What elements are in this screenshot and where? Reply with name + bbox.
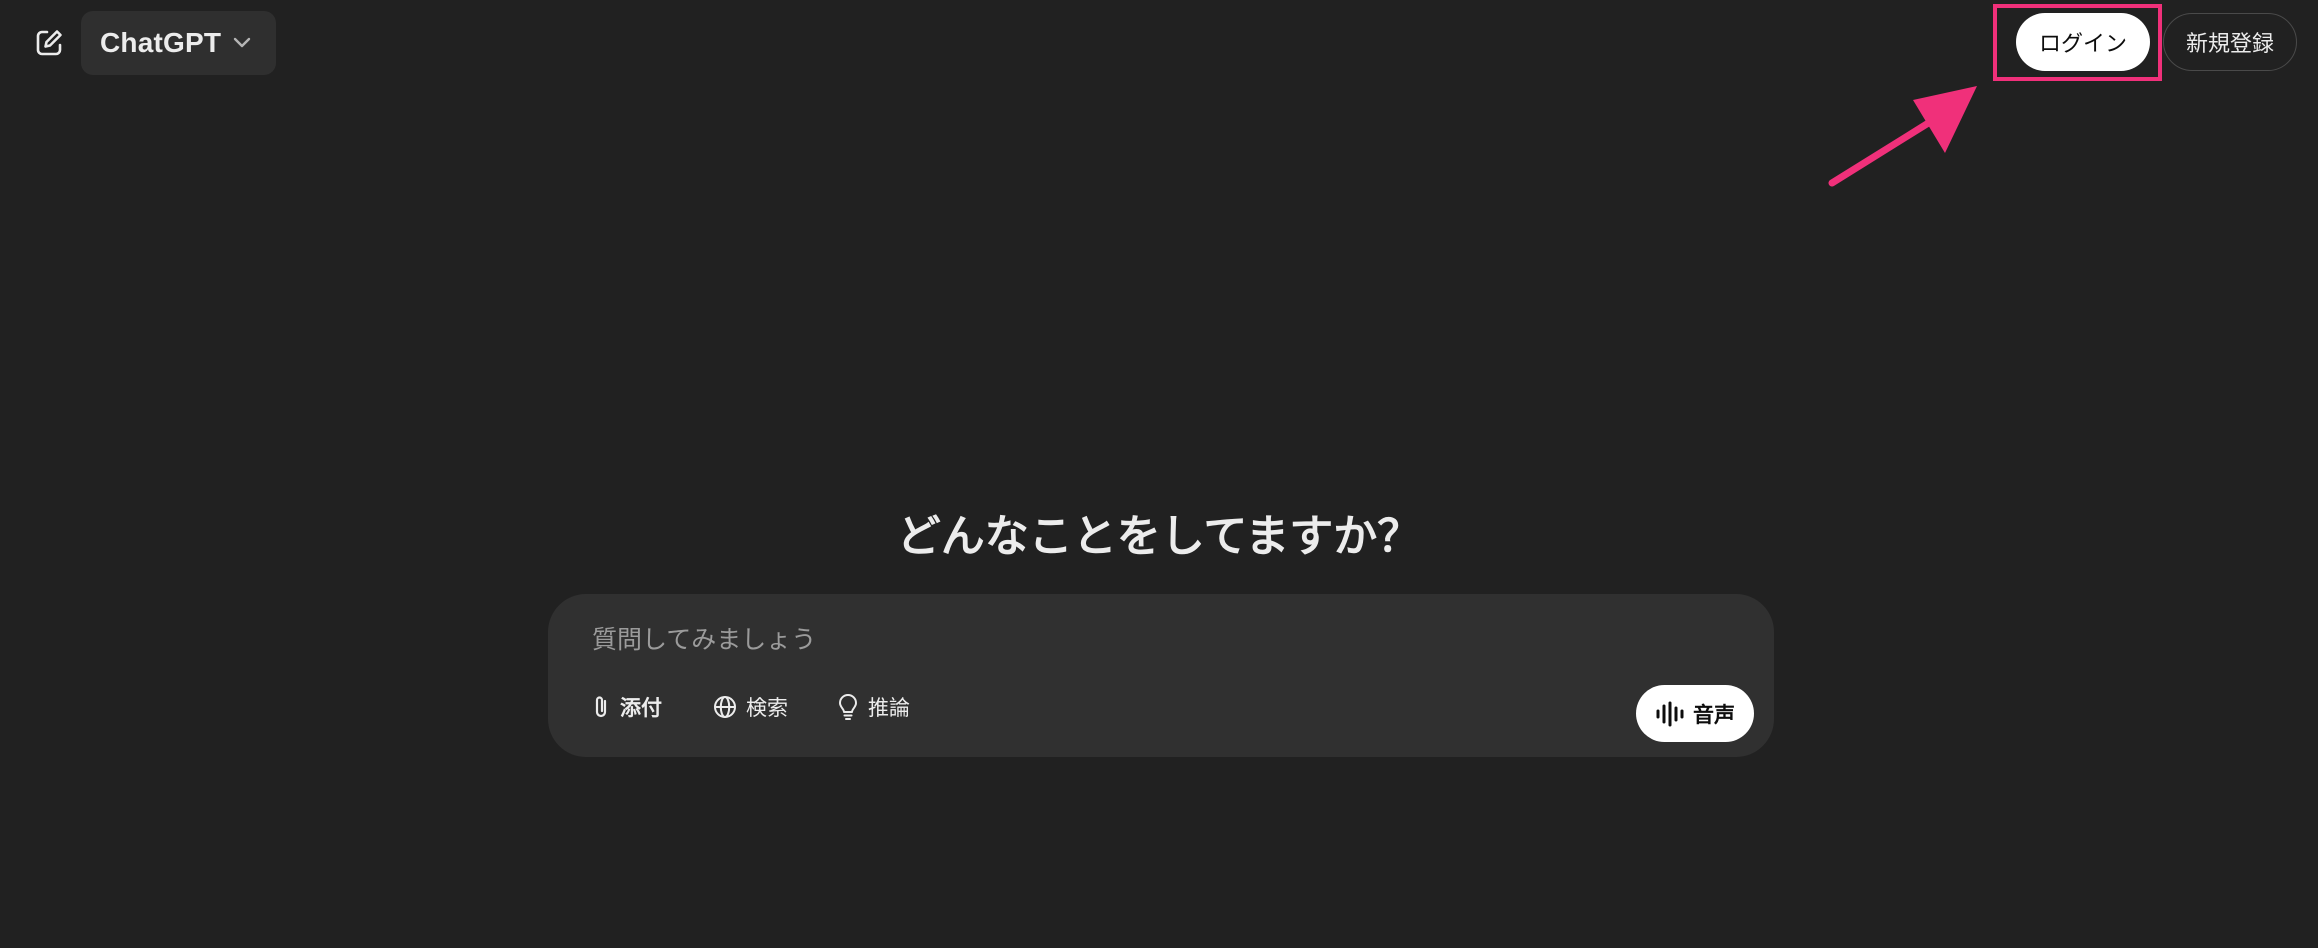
waveform-icon xyxy=(1655,701,1685,727)
paperclip-icon xyxy=(590,694,612,720)
voice-label: 音声 xyxy=(1693,702,1735,727)
signup-button[interactable]: 新規登録 xyxy=(2163,13,2297,71)
lightbulb-icon xyxy=(836,693,860,721)
globe-icon xyxy=(712,694,738,720)
attach-button[interactable]: 添付 xyxy=(590,686,662,728)
search-button[interactable]: 検索 xyxy=(712,686,788,728)
composer: 添付 検索 推論 xyxy=(548,594,1774,757)
attach-label: 添付 xyxy=(620,696,662,720)
arrow-annotation-icon xyxy=(1828,86,1977,187)
model-selector[interactable]: ChatGPT xyxy=(81,11,276,75)
new-chat-button[interactable] xyxy=(26,20,72,66)
reason-label: 推論 xyxy=(868,696,910,720)
model-name: ChatGPT xyxy=(100,27,222,58)
edit-icon xyxy=(36,30,62,56)
prompt-input[interactable] xyxy=(590,618,1694,660)
chevron-down-icon xyxy=(233,37,251,49)
voice-button[interactable]: 音声 xyxy=(1636,685,1754,742)
search-label: 検索 xyxy=(746,696,788,720)
page-title: どんなことをしてますか？ xyxy=(896,511,1422,562)
reason-button[interactable]: 推論 xyxy=(836,686,910,728)
highlight-box xyxy=(1993,4,2162,81)
